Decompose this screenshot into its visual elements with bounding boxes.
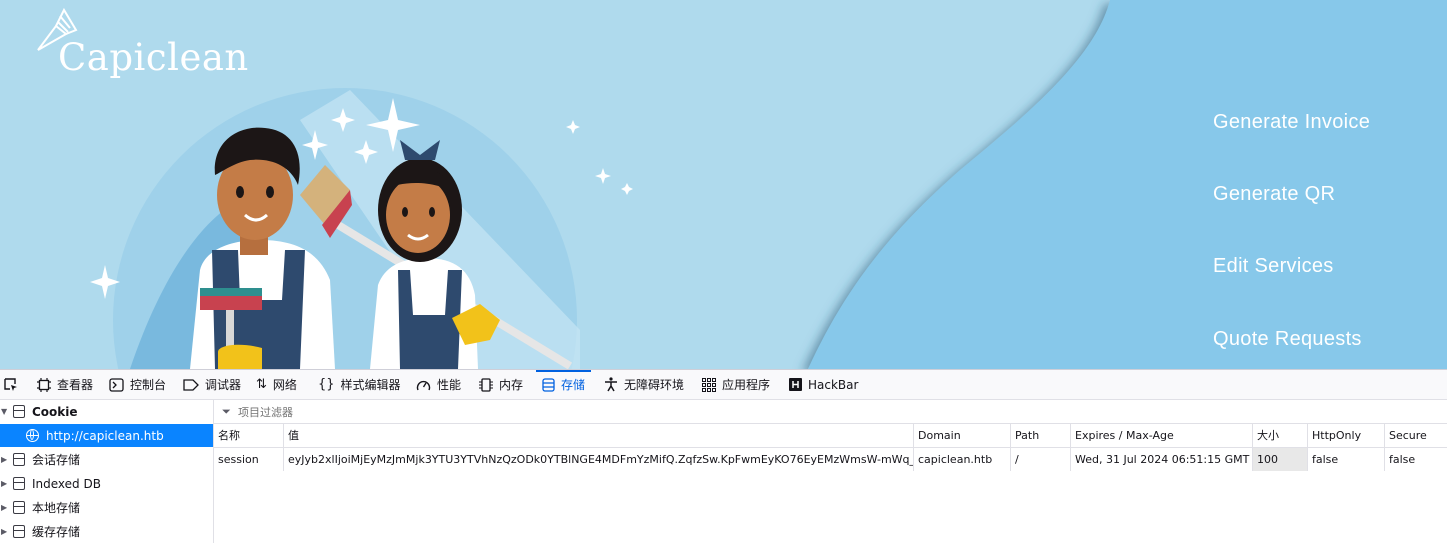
tab-style-editor-label: 样式编辑器	[340, 378, 401, 392]
website-viewport: Capiclean Generate Invoice Generate QR E…	[0, 0, 1447, 369]
column-header-secure[interactable]: Secure	[1384, 424, 1447, 447]
tree-item-cookie[interactable]: ▼ Cookie	[0, 400, 213, 423]
storage-group-icon	[13, 453, 25, 466]
cell-secure[interactable]: false	[1384, 448, 1447, 471]
style-editor-icon: {}	[318, 377, 335, 392]
tab-network[interactable]: ⇅ 网络	[256, 370, 297, 399]
cell-size[interactable]: 100	[1252, 448, 1307, 471]
tree-item-indexed-db[interactable]: ▶ Indexed DB	[0, 472, 213, 495]
collapsed-arrow-icon: ▶	[1, 503, 8, 512]
cell-name[interactable]: session	[214, 448, 283, 471]
tree-item-label: http://capiclean.htb	[46, 428, 164, 443]
tree-item-label: Indexed DB	[32, 476, 101, 491]
nav-generate-qr[interactable]: Generate QR	[1213, 183, 1335, 206]
tab-application[interactable]: 应用程序	[702, 370, 770, 399]
tree-item-local-storage[interactable]: ▶ 本地存储	[0, 496, 213, 519]
inspector-icon	[37, 377, 51, 392]
tab-console[interactable]: 控制台	[109, 370, 166, 399]
tab-performance-label: 性能	[437, 378, 462, 392]
tab-memory-label: 内存	[499, 378, 524, 392]
cell-expires[interactable]: Wed, 31 Jul 2024 06:51:15 GMT	[1070, 448, 1252, 471]
column-header-path[interactable]: Path	[1010, 424, 1070, 447]
storage-icon	[542, 377, 555, 392]
storage-group-icon	[13, 501, 25, 514]
element-picker-icon	[4, 377, 17, 391]
cell-path[interactable]: /	[1010, 448, 1070, 471]
cell-value[interactable]: eyJyb2xlIjoiMjEyMzJmMjk3YTU3YTVhNzQzODk0…	[283, 448, 913, 471]
console-icon	[109, 377, 124, 392]
collapsed-arrow-icon: ▶	[1, 455, 8, 464]
tab-console-label: 控制台	[130, 378, 167, 392]
expanded-arrow-icon: ▼	[1, 407, 8, 416]
nav-quote-requests[interactable]: Quote Requests	[1213, 328, 1362, 351]
storage-group-icon	[13, 405, 25, 418]
collapsed-arrow-icon: ▶	[1, 479, 8, 488]
tab-style-editor[interactable]: {} 样式编辑器	[318, 370, 401, 399]
tab-storage[interactable]: 存储	[535, 370, 592, 399]
tab-inspector-label: 查看器	[57, 378, 94, 392]
tab-inspector[interactable]: 查看器	[37, 370, 93, 399]
storage-group-icon	[13, 477, 25, 490]
item-filter-input[interactable]	[236, 402, 840, 422]
tab-accessibility[interactable]: 无障碍环境	[604, 370, 684, 399]
nav-edit-services[interactable]: Edit Services	[1213, 255, 1334, 278]
tab-hackbar[interactable]: HackBar	[789, 370, 858, 399]
tab-accessibility-label: 无障碍环境	[624, 378, 685, 392]
nav-generate-invoice[interactable]: Generate Invoice	[1213, 111, 1370, 134]
tab-debugger-label: 调试器	[205, 378, 242, 392]
column-header-domain[interactable]: Domain	[913, 424, 1010, 447]
table-row[interactable]: session eyJyb2xlIjoiMjEyMzJmMjk3YTU3YTVh…	[214, 448, 1447, 471]
tree-item-capiclean-host[interactable]: http://capiclean.htb	[0, 424, 213, 447]
devtools-toolbar: 查看器 控制台 调试器 ⇅ 网络 {} 样式编辑器 性能 内存 存储 无障碍环境…	[0, 370, 1447, 400]
storage-group-icon	[13, 525, 25, 538]
filter-bar: ⏷	[214, 400, 1447, 424]
tab-storage-label: 存储	[561, 378, 586, 392]
column-header-size[interactable]: 大小	[1252, 424, 1307, 447]
table-header: 名称 值 Domain Path Expires / Max-Age 大小 Ht…	[214, 424, 1447, 448]
brand-name[interactable]: Capiclean	[58, 36, 249, 79]
globe-icon	[26, 429, 39, 442]
tree-item-label: 缓存存储	[32, 525, 81, 539]
filter-icon: ⏷	[222, 404, 231, 418]
devtools-panel: 查看器 控制台 调试器 ⇅ 网络 {} 样式编辑器 性能 内存 存储 无障碍环境…	[0, 369, 1447, 543]
tree-item-session-storage[interactable]: ▶ 会话存储	[0, 448, 213, 471]
hackbar-icon	[789, 378, 802, 391]
collapsed-arrow-icon: ▶	[1, 527, 8, 536]
column-header-expires[interactable]: Expires / Max-Age	[1070, 424, 1252, 447]
storage-tree: ▼ Cookie http://capiclean.htb ▶ 会话存储 ▶ I…	[0, 400, 214, 543]
tree-item-label: Cookie	[32, 404, 78, 419]
performance-icon	[416, 380, 431, 390]
tab-debugger[interactable]: 调试器	[183, 370, 241, 399]
column-header-httponly[interactable]: HttpOnly	[1307, 424, 1384, 447]
cell-httponly[interactable]: false	[1307, 448, 1384, 471]
memory-icon	[479, 377, 493, 392]
application-icon	[702, 377, 716, 392]
debugger-icon	[183, 378, 199, 391]
tab-application-label: 应用程序	[722, 378, 771, 392]
element-picker-button[interactable]	[3, 370, 19, 399]
cell-domain[interactable]: capiclean.htb	[913, 448, 1010, 471]
column-header-name[interactable]: 名称	[214, 424, 283, 447]
tab-performance[interactable]: 性能	[416, 370, 461, 399]
network-icon: ⇅	[256, 377, 267, 392]
tree-item-label: 本地存储	[32, 501, 81, 515]
tab-hackbar-label: HackBar	[808, 377, 859, 392]
tab-memory[interactable]: 内存	[479, 370, 523, 399]
tree-item-label: 会话存储	[32, 453, 81, 467]
tree-item-cache-storage[interactable]: ▶ 缓存存储	[0, 520, 213, 543]
accessibility-icon	[605, 377, 617, 392]
tab-network-label: 网络	[272, 378, 297, 392]
column-header-value[interactable]: 值	[283, 424, 913, 447]
